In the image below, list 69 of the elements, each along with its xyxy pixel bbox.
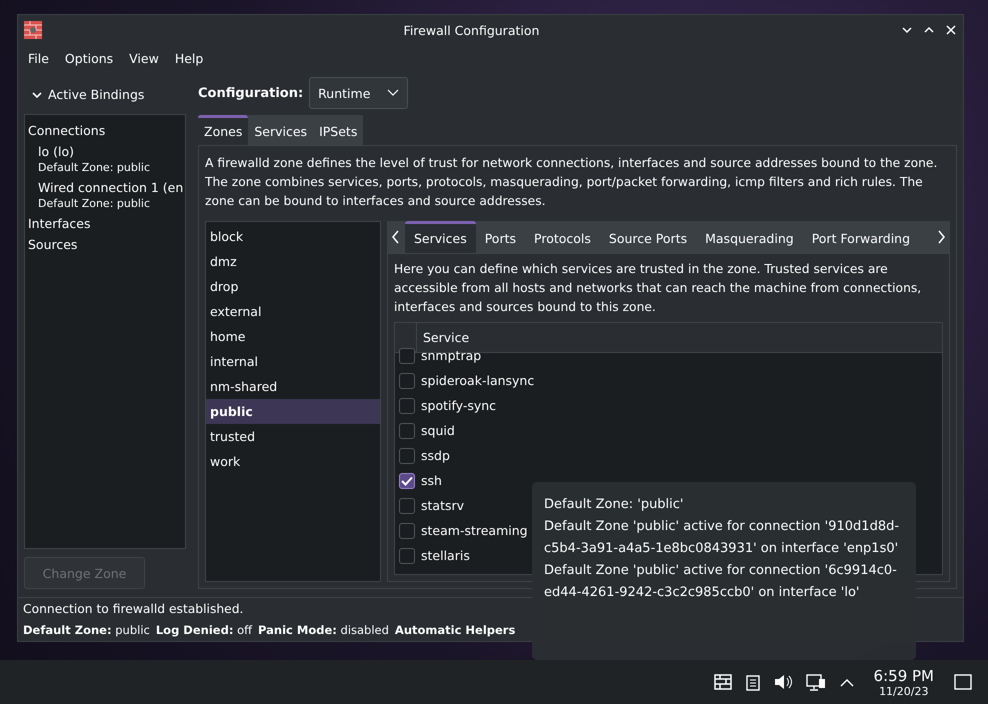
checkbox[interactable] [399,498,415,514]
service-name: ssh [421,473,442,488]
clock-date: 11/20/23 [879,684,928,698]
clipboard-icon[interactable] [746,674,760,690]
service-name: steam-streaming [421,523,528,538]
checkbox[interactable] [399,398,415,414]
zone-item[interactable]: drop [206,274,380,299]
status-field: Panic Mode: disabled [258,623,389,637]
zone-item[interactable]: home [206,324,380,349]
services-description: Here you can define which services are trusted in the zone. Trusted services are accessible from all hosts and networks that can reach the machine from connections, interfaces and sources bound to this zone. [394,261,922,316]
checkbox[interactable] [399,372,415,388]
zone-item[interactable]: dmz [206,249,380,274]
zone-item[interactable]: work [206,449,380,474]
window-title: Firewall Configuration [402,22,540,38]
checkbox[interactable] [399,422,415,438]
tree-item[interactable]: Connections [28,123,185,138]
menu-item[interactable]: File [22,48,55,68]
chevron-down-icon [387,89,400,97]
zone-item[interactable]: internal [206,349,380,374]
show-desktop-icon[interactable] [954,674,972,690]
menu-item[interactable]: Help [168,48,210,68]
tab[interactable]: Services [405,221,476,253]
checkbox[interactable] [399,472,415,488]
zone-item[interactable]: trusted [206,424,380,449]
service-name: ssdp [421,448,450,463]
tree-item[interactable]: Interfaces [28,216,185,231]
checkbox[interactable] [399,348,415,364]
zone-item[interactable]: nm-shared [206,374,380,399]
status-message: Connection to firewalld established. [23,602,244,616]
tooltip-text: Default Zone 'public' active for connection '910d1d8d-c5b4-3a91-a4a5-1e8bc0843931' on interface 'enp1s0' [544,518,900,558]
menu-item[interactable]: View [123,48,165,68]
tree-item-detail: Default Zone: public [38,161,151,174]
tree-item[interactable]: Sources [28,237,185,252]
service-name: spideroak-lansync [421,373,534,388]
zone-item[interactable]: block [206,224,380,249]
clock-time: 6:59 PM [874,666,934,684]
configuration-dropdown[interactable]: Runtime [309,77,408,109]
chevron-down-icon [32,90,42,98]
status-field: Default Zone: public [23,623,150,637]
close-icon[interactable] [945,24,957,36]
checkbox[interactable] [399,522,415,538]
network-icon[interactable] [806,674,826,690]
brick-wall-icon[interactable] [714,674,732,690]
active-bindings-toggle[interactable]: Active Bindings [24,77,186,114]
status-field: Log Denied: off [156,623,252,637]
brick-wall-icon [24,21,42,39]
tooltip-text: Default Zone 'public' active for connection '6c9914c0-ed44-4261-9242-c3c2c985ccb0' on interface 'lo' [544,562,898,602]
tab[interactable]: Zones [198,115,248,145]
service-name: spotify-sync [421,398,496,413]
service-name: squid [421,423,455,438]
clock[interactable]: 6:59 PM 11/20/23 [874,666,934,698]
chevron-left-icon[interactable] [391,230,401,244]
zone-description: A firewalld zone defines the level of trust for network connections, interfaces and source addresses bound to the zone. The zone combines services, ports, protocols, masquerading, port/packet forwarding, icmp filters and rich rules. The zone can be bound to interfaces and source addresses. [205,155,938,210]
tree-item[interactable]: lo (lo) [38,144,185,159]
configuration-label: Configuration: [198,86,304,100]
chevron-up-icon[interactable] [840,678,854,686]
chevron-right-icon[interactable] [936,230,946,244]
zone-item[interactable]: external [206,299,380,324]
status-field: Automatic Helpers [394,623,516,637]
service-name: stellaris [421,548,470,563]
tree-item[interactable]: Wired connection 1 (en [38,180,185,195]
checkbox[interactable] [399,448,415,464]
tree-item-detail: Default Zone: public [38,197,151,210]
tooltip-text: Default Zone: 'public' [544,496,685,514]
checkbox[interactable] [399,548,415,564]
zone-item[interactable]: public [206,399,380,424]
menu-item[interactable]: Options [58,48,120,68]
volume-icon[interactable] [774,674,792,690]
service-name: statsrv [421,498,464,513]
